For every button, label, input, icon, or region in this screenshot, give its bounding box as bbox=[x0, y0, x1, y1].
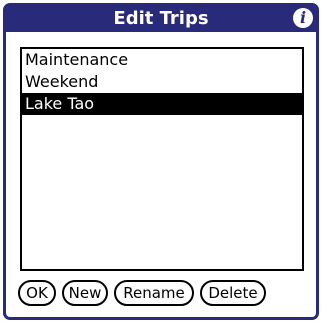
trips-list[interactable]: Maintenance Weekend Lake Tao bbox=[20, 47, 304, 271]
dialog-title: Edit Trips bbox=[113, 8, 209, 29]
edit-trips-dialog: Edit Trips i Maintenance Weekend Lake Ta… bbox=[3, 3, 319, 320]
trip-item-weekend[interactable]: Weekend bbox=[22, 71, 302, 93]
ok-button[interactable]: OK bbox=[18, 280, 56, 306]
info-icon-glyph: i bbox=[299, 8, 307, 27]
title-bar: Edit Trips i bbox=[6, 6, 316, 32]
rename-button[interactable]: Rename bbox=[114, 280, 194, 306]
button-row: OK New Rename Delete bbox=[6, 280, 316, 306]
info-icon[interactable]: i bbox=[293, 8, 313, 28]
trip-item-maintenance[interactable]: Maintenance bbox=[22, 49, 302, 71]
delete-button[interactable]: Delete bbox=[200, 280, 266, 306]
new-button[interactable]: New bbox=[62, 280, 108, 306]
trip-item-lake-tao[interactable]: Lake Tao bbox=[22, 93, 302, 115]
